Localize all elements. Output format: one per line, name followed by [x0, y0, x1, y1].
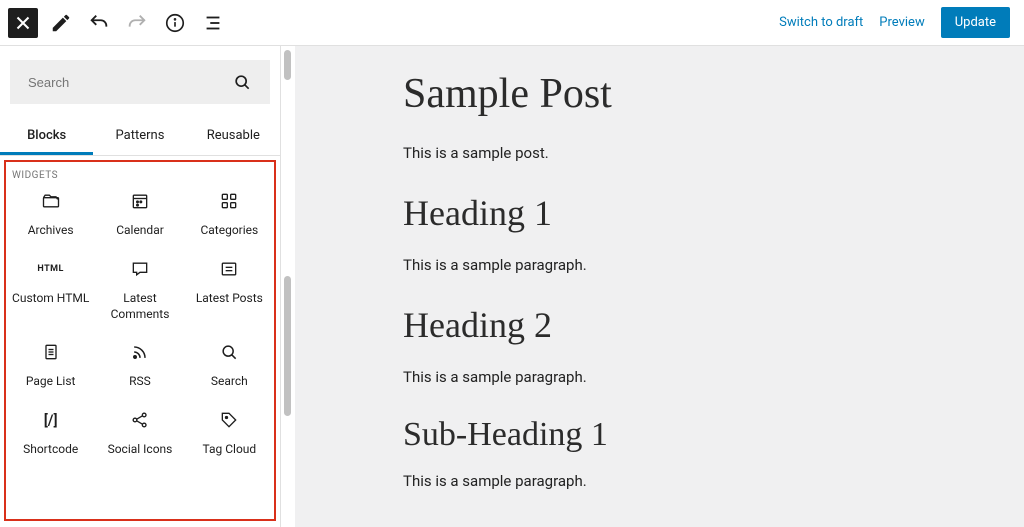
latest-posts-icon	[219, 259, 239, 279]
heading-block[interactable]: Sub-Heading 1	[403, 416, 1024, 454]
block-label: Tag Cloud	[198, 442, 260, 458]
share-icon	[130, 410, 150, 430]
heading-block[interactable]: Heading 1	[403, 192, 1024, 234]
block-categories[interactable]: Categories	[185, 189, 274, 239]
block-page-list[interactable]: Page List	[6, 340, 95, 390]
paragraph-block[interactable]: This is a sample paragraph.	[403, 368, 1024, 386]
search-input[interactable]	[28, 75, 178, 90]
info-button[interactable]	[160, 8, 190, 38]
info-icon	[164, 12, 186, 34]
block-shortcode[interactable]: [/] Shortcode	[6, 408, 95, 458]
block-label: Latest Posts	[192, 291, 267, 307]
block-calendar[interactable]: Calendar	[95, 189, 184, 239]
block-label: Social Icons	[104, 442, 177, 458]
widgets-panel: WIDGETS Archives Calendar Categories HTM…	[4, 160, 276, 521]
toolbar-right: Switch to draft Preview Update	[779, 7, 1016, 38]
preview-link[interactable]: Preview	[879, 15, 924, 30]
block-label: Search	[207, 374, 252, 390]
close-inserter-button[interactable]	[8, 8, 38, 38]
block-label: Page List	[22, 374, 80, 390]
undo-icon	[88, 12, 110, 34]
block-label: Categories	[196, 223, 262, 239]
editor-canvas[interactable]: Sample Post This is a sample post. Headi…	[295, 46, 1024, 527]
scroll-thumb[interactable]	[284, 50, 291, 80]
archives-icon	[41, 191, 61, 211]
search-block-icon	[219, 342, 239, 362]
block-label: Archives	[24, 223, 78, 239]
redo-button[interactable]	[122, 8, 152, 38]
comment-icon	[130, 259, 150, 279]
block-search[interactable]: Search	[185, 340, 274, 390]
calendar-icon	[130, 191, 150, 211]
block-rss[interactable]: RSS	[95, 340, 184, 390]
block-latest-comments[interactable]: Latest Comments	[95, 257, 184, 322]
shortcode-icon: [/]	[39, 408, 63, 432]
update-button[interactable]: Update	[941, 7, 1010, 38]
search-icon	[232, 72, 252, 92]
paragraph-block[interactable]: This is a sample paragraph.	[403, 472, 1024, 490]
inserter-tabs: Blocks Patterns Reusable	[0, 116, 280, 156]
paragraph-block[interactable]: This is a sample post.	[403, 144, 1024, 162]
block-label: RSS	[125, 374, 155, 390]
page-list-icon	[41, 342, 61, 362]
close-icon	[12, 12, 34, 34]
block-archives[interactable]: Archives	[6, 189, 95, 239]
tab-patterns[interactable]: Patterns	[93, 116, 186, 155]
pencil-icon	[50, 12, 72, 34]
search-box[interactable]	[10, 60, 270, 104]
toolbar-left	[8, 8, 236, 38]
block-tag-cloud[interactable]: Tag Cloud	[185, 408, 274, 458]
block-inserter-panel: Blocks Patterns Reusable WIDGETS Archive…	[0, 46, 281, 527]
edit-button[interactable]	[46, 8, 76, 38]
undo-button[interactable]	[84, 8, 114, 38]
block-label: Shortcode	[19, 442, 82, 458]
paragraph-block[interactable]: This is a sample paragraph.	[403, 256, 1024, 274]
block-label: Latest Comments	[107, 291, 174, 322]
block-label: Custom HTML	[8, 291, 93, 307]
heading-block[interactable]: Heading 2	[403, 304, 1024, 346]
tab-reusable[interactable]: Reusable	[187, 116, 280, 155]
categories-icon	[219, 191, 239, 211]
block-social-icons[interactable]: Social Icons	[95, 408, 184, 458]
post-title[interactable]: Sample Post	[403, 70, 1024, 118]
tag-icon	[219, 410, 239, 430]
outline-button[interactable]	[198, 8, 228, 38]
rss-icon	[130, 342, 150, 362]
block-latest-posts[interactable]: Latest Posts	[185, 257, 274, 322]
html-icon: HTML	[39, 257, 63, 281]
sidebar-scrollbar[interactable]	[281, 46, 295, 527]
search-wrap	[0, 46, 280, 104]
widgets-heading: WIDGETS	[6, 166, 274, 189]
editor-top-bar: Switch to draft Preview Update	[0, 0, 1024, 46]
widgets-grid: Archives Calendar Categories HTML Custom…	[6, 189, 274, 458]
switch-to-draft-link[interactable]: Switch to draft	[779, 15, 863, 30]
block-label: Calendar	[112, 223, 168, 239]
tab-blocks[interactable]: Blocks	[0, 116, 93, 155]
redo-icon	[126, 12, 148, 34]
scroll-thumb[interactable]	[284, 276, 291, 416]
list-view-icon	[202, 12, 224, 34]
block-custom-html[interactable]: HTML Custom HTML	[6, 257, 95, 322]
editor-workspace: Blocks Patterns Reusable WIDGETS Archive…	[0, 46, 1024, 527]
